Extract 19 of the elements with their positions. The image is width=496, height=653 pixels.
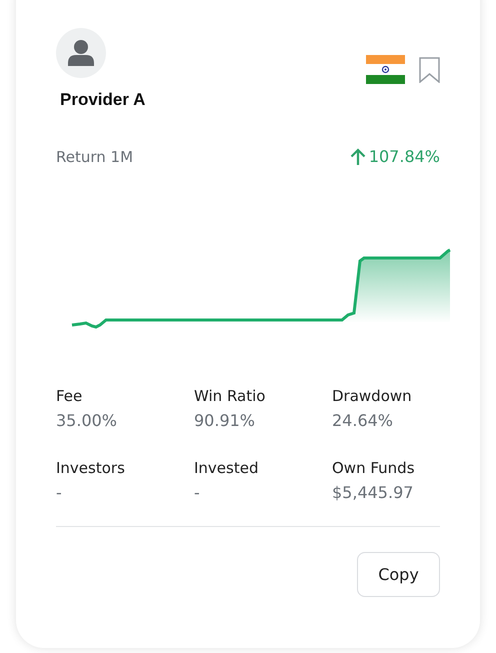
stat-label: Fee — [56, 387, 84, 405]
stat-label: Invested — [194, 459, 260, 477]
stat-label: Investors — [56, 459, 126, 477]
return-value: 107.84% — [368, 147, 440, 166]
stat-value: 35.00% — [56, 411, 118, 430]
bookmark-icon[interactable] — [419, 56, 440, 82]
flag-icon — [366, 55, 405, 84]
stat-value: 24.64% — [332, 411, 394, 430]
stat-label: Win Ratio — [194, 387, 266, 405]
stat-label: Own Funds — [332, 459, 416, 477]
stat-label: Drawdown — [332, 387, 413, 405]
provider-name: Provider A — [60, 90, 146, 110]
stat-value: - — [56, 483, 63, 502]
return-label: Return 1M — [56, 148, 134, 166]
avatar-icon — [56, 28, 106, 78]
stat-value: - — [194, 483, 201, 502]
stat-value: $5,445.97 — [332, 483, 414, 502]
stat-value: 90.91% — [194, 411, 256, 430]
copy-button[interactable]: Copy — [357, 552, 440, 597]
